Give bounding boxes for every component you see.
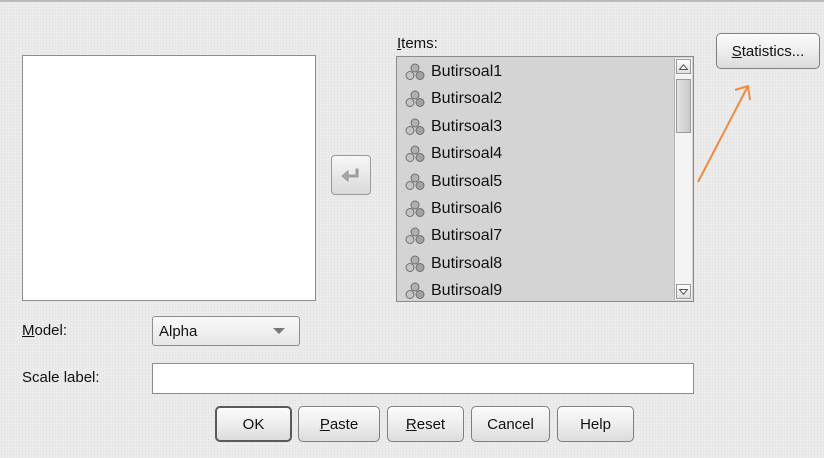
list-item[interactable]: Butirsoal3 [405, 113, 502, 141]
list-item-label: Butirsoal9 [431, 282, 503, 300]
left-arrow-icon [341, 168, 359, 182]
items-list[interactable]: Butirsoal1 Butirsoal2 Butirsoal3 Butirsoal4… [396, 56, 694, 302]
list-item[interactable]: Butirsoal6 [405, 195, 502, 223]
scale-variable-icon [405, 173, 425, 190]
scale-label-label: Scale label: [22, 369, 100, 386]
scale-variable-icon [405, 90, 425, 108]
list-item-label: Butirsoal3 [431, 117, 503, 135]
annotation-arrow [697, 84, 751, 183]
reset-button[interactable]: Reset [387, 406, 464, 442]
scale-variable-icon [405, 118, 425, 135]
items-label: Items: [397, 35, 438, 52]
list-item[interactable]: Butirsoal9 [405, 277, 503, 301]
list-item-label: Butirsoal7 [431, 227, 503, 245]
scale-variable-icon [405, 282, 425, 300]
scroll-up-button[interactable] [676, 59, 691, 74]
scale-variable-icon [405, 145, 425, 163]
list-item-label: Butirsoal6 [431, 200, 503, 217]
scale-variable-icon [405, 255, 425, 272]
list-item[interactable]: Butirsoal8 [405, 250, 502, 278]
chevron-down-icon [273, 328, 285, 334]
cancel-button[interactable]: Cancel [471, 406, 550, 442]
scale-variable-icon [405, 63, 425, 80]
list-item-label: Butirsoal4 [431, 145, 503, 163]
list-item[interactable]: Butirsoal1 [405, 58, 502, 86]
statistics-button[interactable]: Statistics... [716, 33, 820, 69]
variable-source-list[interactable] [22, 55, 316, 301]
list-item-label: Butirsoal5 [431, 172, 503, 190]
paste-button[interactable]: Paste [298, 406, 380, 442]
scale-variable-icon [405, 227, 425, 245]
model-selected-value: Alpha [159, 322, 198, 340]
ok-button[interactable]: OK [215, 406, 292, 442]
model-label: Model: [22, 322, 68, 339]
move-variable-button[interactable] [331, 155, 371, 195]
list-item-label: Butirsoal2 [431, 90, 503, 108]
list-item-label: Butirsoal1 [431, 63, 503, 80]
list-item[interactable]: Butirsoal2 [405, 85, 502, 113]
list-item[interactable]: Butirsoal5 [405, 168, 502, 196]
scroll-down-button[interactable] [676, 284, 691, 299]
triangle-up-icon [679, 63, 688, 70]
list-item-label: Butirsoal8 [431, 254, 503, 272]
triangle-down-icon [679, 288, 688, 295]
scroll-thumb[interactable] [676, 79, 691, 133]
dialog-top-border [0, 0, 824, 10]
model-dropdown[interactable]: Alpha [152, 316, 300, 346]
scale-variable-icon [405, 200, 425, 217]
help-button[interactable]: Help [557, 406, 634, 442]
list-item[interactable]: Butirsoal4 [405, 140, 502, 168]
list-item[interactable]: Butirsoal7 [405, 222, 502, 250]
scale-label-input[interactable] [152, 363, 694, 394]
